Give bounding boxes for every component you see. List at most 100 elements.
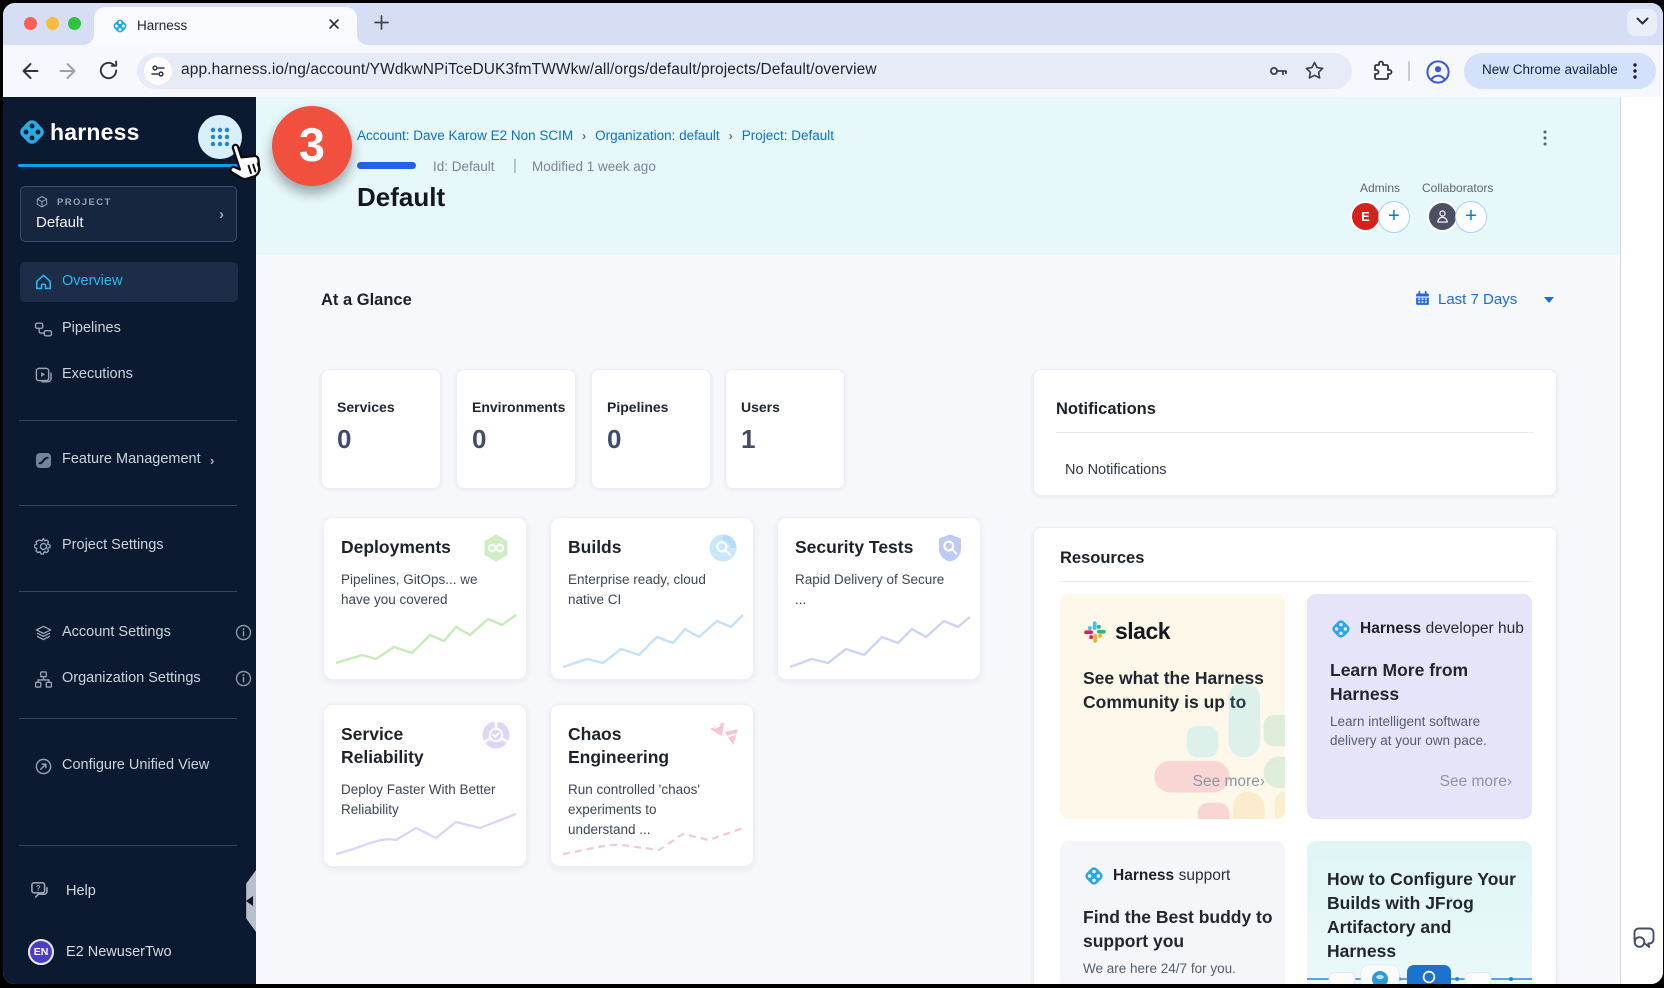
sidebar-item-pipelines[interactable]: Pipelines [20,309,238,349]
sidebar-item-account-settings[interactable]: Account Settings [20,613,238,653]
resource-card-developer-hub[interactable]: Harness developer hub Learn More from Ha… [1307,594,1532,819]
tab-search-chevron-button[interactable] [1627,9,1657,36]
user-avatar[interactable]: EN [28,939,54,965]
stat-card-users[interactable]: Users 1 [725,369,845,489]
resource-body: We are here 24/7 for you. [1083,959,1273,978]
meta-divider: | [513,157,517,174]
user-name[interactable]: E2 NewuserTwo [66,944,172,960]
calendar-icon [1414,290,1431,307]
window-zoom-button[interactable] [68,17,81,30]
slack-wordmark: slack [1115,618,1170,645]
tab-close-icon[interactable] [325,17,343,35]
module-card-builds[interactable]: Builds Enterprise ready, cloud native CI [550,517,754,680]
resources-panel: Resources slack See what the Harness Com… [1033,527,1557,984]
header-kebab-icon[interactable] [1538,129,1552,152]
sidebar-item-label: Configure Unified View [62,757,209,773]
harness-logo-icon [1330,618,1352,640]
tab-title: Harness [137,18,187,33]
info-icon[interactable] [235,670,252,692]
harness-favicon-icon [111,17,129,40]
resource-headline: Learn More from Harness [1330,658,1480,706]
sidebar-item-feature-management[interactable]: Feature Management › [20,440,238,480]
page-header: Account: Dave Karow E2 Non SCIM›Organiza… [256,97,1620,255]
resource-card-jfrog[interactable]: How to Configure Your Builds with JFrog … [1307,841,1532,984]
sidebar-item-overview[interactable]: Overview [20,262,238,302]
see-more-link[interactable]: See more› [1440,773,1512,791]
breadcrumb-account-link[interactable]: Account: Dave Karow E2 Non SCIM [357,128,573,143]
info-icon[interactable] [235,624,252,646]
project-selector-name: Default [36,214,84,231]
module-card-security-tests[interactable]: Security Tests Rapid Delivery of Secure … [777,517,981,680]
url-text[interactable]: app.harness.io/ng/account/YWdkwNPiTceDUK… [181,61,877,79]
sidebar-item-organization-settings[interactable]: Organization Settings [20,659,238,699]
module-card-chaos-engineering[interactable]: Chaos Engineering Run controlled 'chaos'… [550,704,754,867]
stat-card-pipelines[interactable]: Pipelines 0 [591,369,711,489]
resources-title: Resources [1060,549,1144,568]
sidebar-item-configure-unified-view[interactable]: Configure Unified View [20,746,238,786]
url-bar[interactable]: app.harness.io/ng/account/YWdkwNPiTceDUK… [137,53,1352,89]
resource-card-slack[interactable]: slack See what the Harness Community is … [1060,594,1285,819]
breadcrumb-project-link[interactable]: Project: Default [742,128,834,143]
feature-management-icon [34,451,52,469]
sidebar-item-executions[interactable]: Executions [20,355,238,395]
layers-icon [34,624,52,642]
extensions-icon[interactable] [1370,59,1394,83]
breadcrumb-organization-link[interactable]: Organization: default [595,128,720,143]
stat-value: 0 [337,424,351,455]
sidebar-item-help[interactable]: Help [66,883,96,899]
password-key-icon[interactable] [1266,59,1290,88]
admins-label: Admins [1360,181,1400,195]
sidebar-divider [19,845,237,846]
main-content: At a Glance Last 7 Days Services 0 Envir… [256,255,1620,984]
stat-card-environments[interactable]: Environments 0 [456,369,576,489]
project-selector[interactable]: PROJECT Default › [20,186,237,242]
stat-card-services[interactable]: Services 0 [321,369,441,489]
window-minimize-button[interactable] [46,17,59,30]
breadcrumb-separator: › [573,129,595,143]
module-title: Builds [568,536,698,559]
caret-down-icon [1544,297,1554,303]
browser-menu-kebab-icon[interactable] [1626,61,1644,86]
sparkline [559,609,747,671]
new-tab-button[interactable] [368,11,394,37]
sidebar: harness PROJECT Default › Ov [3,97,256,984]
browser-tab[interactable]: Harness [94,7,357,45]
notifications-panel: Notifications No Notifications [1033,369,1557,496]
chat-bubble-icon [1629,923,1659,953]
stat-label: Environments [472,399,565,415]
color-bar [357,162,416,169]
bookmark-star-icon[interactable] [1303,59,1326,87]
stat-value: 0 [607,424,621,455]
deployments-module-icon [480,532,512,564]
see-more-link[interactable]: See more› [1193,773,1265,791]
module-card-deployments[interactable]: Deployments Pipelines, GitOps... we have… [323,517,527,680]
date-range-picker[interactable]: Last 7 Days [1414,288,1554,310]
at-a-glance-title: At a Glance [321,291,412,310]
gear-icon [34,537,52,555]
chat-widget-button[interactable] [1629,923,1659,953]
module-title: Service Reliability [341,723,471,769]
resource-card-support[interactable]: Harness support Find the Best buddy to s… [1060,841,1285,984]
add-collaborator-button[interactable]: + [1455,201,1487,233]
module-card-service-reliability[interactable]: Service Reliability Deploy Faster With B… [323,704,527,867]
sidebar-item-label: Overview [62,273,122,289]
sparkline [332,808,520,858]
sparkline [559,824,747,858]
sidebar-collapse-handle[interactable] [242,870,256,932]
back-button[interactable] [17,59,41,83]
sidebar-item-project-settings[interactable]: Project Settings [20,526,238,566]
divider [1056,432,1534,433]
site-info-icon[interactable] [144,57,172,85]
sidebar-brand-rule [18,164,249,167]
window-close-button[interactable] [24,17,37,30]
sidebar-item-label: Project Settings [62,537,164,553]
reload-button[interactable] [97,59,121,83]
svg-text:?: ? [36,884,41,893]
add-admin-button[interactable]: + [1378,201,1410,233]
module-desc: Pipelines, GitOps... we have you covered [341,570,507,610]
forward-button[interactable] [57,59,81,83]
profile-icon[interactable] [1425,59,1449,83]
admin-avatar[interactable]: E [1350,201,1381,232]
collaborator-avatar[interactable] [1427,201,1458,232]
chrome-update-button[interactable]: New Chrome available [1464,53,1656,89]
